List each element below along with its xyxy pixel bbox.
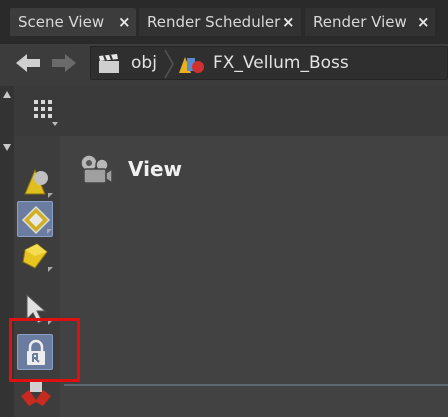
view-cone-icon <box>24 168 48 195</box>
collapse-down-icon[interactable] <box>2 142 12 152</box>
tab-scene-view[interactable]: Scene View × <box>10 8 136 36</box>
viewport-header <box>14 86 448 136</box>
forward-arrow-icon[interactable] <box>50 52 78 74</box>
camera-icon <box>80 154 113 185</box>
cube-select-icon <box>22 243 48 269</box>
scene-viewport[interactable] <box>60 136 448 417</box>
tab-render-view[interactable]: Render View × <box>305 8 435 36</box>
close-icon[interactable]: × <box>282 13 295 31</box>
tab-bar: Scene View × Render Scheduler × Render V… <box>0 0 448 44</box>
grid-menu-icon[interactable] <box>30 96 60 128</box>
back-arrow-icon[interactable] <box>14 52 42 74</box>
breadcrumb: obj FX_Vellum_Boss <box>90 46 448 80</box>
object-stack-icon <box>21 382 51 406</box>
shapes-icon <box>179 57 204 73</box>
close-icon[interactable]: × <box>118 13 131 31</box>
close-icon[interactable]: × <box>417 13 430 31</box>
breadcrumb-item-obj[interactable]: obj <box>131 53 157 73</box>
breadcrumb-item-fx-vellum-boss[interactable]: FX_Vellum_Boss <box>213 53 349 73</box>
submenu-indicator-icon <box>48 267 53 272</box>
submenu-indicator-icon <box>48 193 53 198</box>
tab-label: Render View <box>313 13 407 31</box>
tab-label: Render Scheduler <box>147 13 281 31</box>
submenu-indicator-icon <box>47 229 52 234</box>
clapboard-icon <box>99 54 119 73</box>
view-tool-button[interactable] <box>17 164 53 200</box>
cube-tool-button[interactable] <box>17 238 53 274</box>
viewport-label: View <box>128 157 183 181</box>
breadcrumb-separator-icon <box>164 49 174 79</box>
object-tool-button[interactable] <box>17 380 53 416</box>
transform-tool-button[interactable] <box>17 201 53 237</box>
collapse-up-icon[interactable] <box>2 90 12 100</box>
highlight-box <box>9 318 80 382</box>
tab-label: Scene View <box>18 13 105 31</box>
tab-render-scheduler[interactable]: Render Scheduler × <box>139 8 301 36</box>
ground-horizon-line <box>64 384 448 386</box>
